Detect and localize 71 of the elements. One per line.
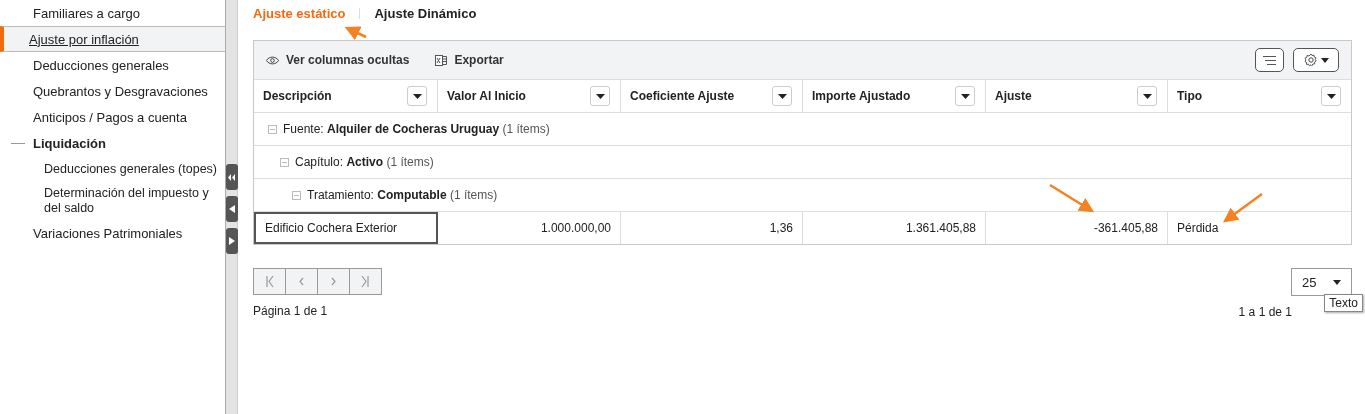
- column-menu-button[interactable]: [955, 86, 975, 106]
- minus-icon: [294, 194, 299, 196]
- chevron-bar-right-icon: [359, 275, 372, 288]
- collapse-button[interactable]: [225, 196, 238, 222]
- sidebar-item[interactable]: Familiares a cargo: [0, 0, 225, 26]
- sidebar-item[interactable]: Deducciones generales: [0, 52, 225, 78]
- column-menu-button[interactable]: [772, 86, 792, 106]
- group-label: Fuente: Alquiler de Cocheras Uruguay (1 ítems): [283, 122, 550, 136]
- column-menu-button[interactable]: [590, 86, 610, 106]
- next-page-button[interactable]: [317, 268, 350, 295]
- column-header: Importe Ajustado: [803, 80, 986, 112]
- table-cell: 1.361.405,88: [803, 212, 986, 244]
- caret-down-icon: [1142, 93, 1152, 99]
- settings-button[interactable]: [1293, 48, 1339, 72]
- sidebar-item[interactable]: Ajuste por inflación: [0, 26, 225, 52]
- column-menu-button[interactable]: [407, 86, 427, 106]
- triangle-left-icon: [228, 205, 235, 213]
- annotation-arrow: [1049, 183, 1095, 213]
- tooltip: Texto: [1324, 294, 1363, 312]
- column-menu-button[interactable]: [1321, 86, 1341, 106]
- sidebar-item[interactable]: Liquidación: [0, 130, 225, 156]
- annotation-arrow: [1223, 193, 1263, 223]
- spreadsheet-icon: [435, 53, 448, 67]
- sidebar-item[interactable]: Deducciones generales (topes): [0, 156, 225, 182]
- group-label: Capítulo: Activo (1 ítems): [295, 155, 434, 169]
- collapse-toggle[interactable]: [280, 157, 289, 167]
- sidebar-item[interactable]: Quebrantos y Desgravaciones: [0, 78, 225, 104]
- show-hidden-columns-button[interactable]: Ver columnas ocultas: [266, 53, 410, 67]
- bar-chevron-left-icon: [263, 275, 276, 288]
- list-view-button[interactable]: [1255, 48, 1284, 72]
- minus-icon: [270, 128, 275, 130]
- expand-button[interactable]: [225, 228, 238, 254]
- caret-down-icon: [777, 93, 787, 99]
- column-menu-button[interactable]: [1137, 86, 1157, 106]
- table-cell: -361.405,88: [986, 212, 1168, 244]
- table-cell: Edificio Cochera Exterior: [254, 212, 438, 244]
- collapse-toggle[interactable]: [268, 124, 277, 134]
- caret-down-icon: [1333, 279, 1341, 285]
- column-header: Descripción: [254, 80, 438, 112]
- double-chevron-left-icon: [228, 173, 235, 181]
- sidebar-item[interactable]: Variaciones Patrimoniales: [0, 220, 225, 246]
- collapse-toggle[interactable]: [292, 190, 301, 200]
- eye-icon: [266, 55, 279, 65]
- table-cell: 1.000.000,00: [438, 212, 621, 244]
- column-header: Ajuste: [986, 80, 1168, 112]
- caret-down-icon: [1326, 93, 1336, 99]
- annotation-arrow: [344, 26, 367, 41]
- triangle-right-icon: [228, 237, 235, 245]
- first-page-button[interactable]: [253, 268, 286, 295]
- last-page-button[interactable]: [349, 268, 382, 295]
- sidebar-item[interactable]: Determinación del impuesto y del saldo: [0, 182, 225, 220]
- previous-page-button[interactable]: [285, 268, 318, 295]
- minus-icon: [282, 161, 287, 163]
- export-button[interactable]: Exportar: [435, 53, 504, 67]
- caret-down-icon: [412, 93, 422, 99]
- group-label: Tratamiento: Computable (1 ítems): [307, 188, 498, 202]
- page-info: Página 1 de 1: [253, 304, 329, 318]
- table-cell: 1,36: [621, 212, 803, 244]
- column-header: Coeficiente Ajuste: [621, 80, 803, 112]
- table-cell-text: Pérdida: [1176, 220, 1220, 237]
- sidebar-item[interactable]: Anticipos / Pagos a cuenta: [0, 104, 225, 130]
- lines-icon: [1263, 55, 1276, 65]
- caret-down-icon: [960, 93, 970, 99]
- column-header: Valor Al Inicio: [438, 80, 621, 112]
- caret-down-icon: [595, 93, 605, 99]
- column-header: Tipo: [1168, 80, 1351, 112]
- settings-icon: [1303, 53, 1318, 67]
- tab[interactable]: Ajuste Dinámico: [374, 5, 477, 21]
- collapse-all-button[interactable]: [225, 164, 238, 190]
- caret-down-icon: [1320, 57, 1329, 63]
- record-range: 1 a 1 de 1: [1238, 305, 1292, 319]
